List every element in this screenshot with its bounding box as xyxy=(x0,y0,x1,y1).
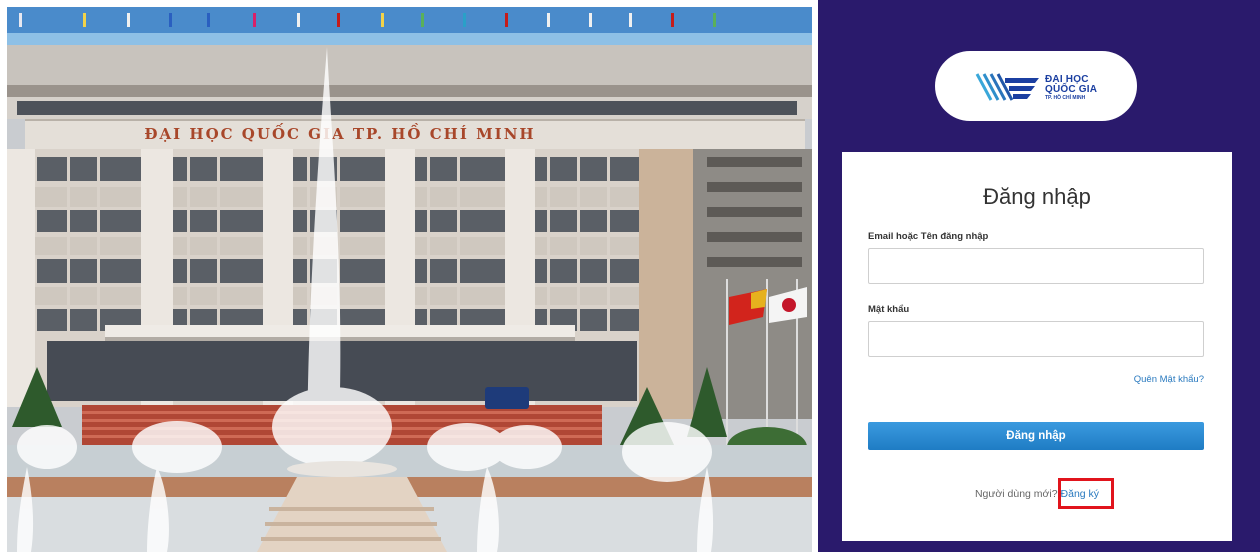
username-input[interactable] xyxy=(868,248,1204,284)
signup-row: Người dùng mới? Đăng ký xyxy=(842,488,1232,500)
login-title: Đăng nhập xyxy=(983,184,1091,209)
forgot-password-link[interactable]: Quên Mật khẩu? xyxy=(1134,374,1204,385)
campus-photo: ĐẠI HỌC QUỐC GIA TP. HỒ CHÍ MINH xyxy=(7,7,812,552)
login-panel: ĐẠI HỌC QUỐC GIA TP. HỒ CHÍ MINH Đăng nh… xyxy=(818,0,1260,552)
username-label: Email hoặc Tên đăng nhập xyxy=(868,231,989,242)
signup-highlight-box xyxy=(1058,478,1114,509)
campus-building-illustration: ĐẠI HỌC QUỐC GIA TP. HỒ CHÍ MINH xyxy=(7,7,812,552)
new-user-text: Người dùng mới? xyxy=(974,488,1058,500)
logo-line-3: TP. HỒ CHÍ MINH xyxy=(1045,95,1086,101)
password-label: Mật khẩu xyxy=(868,304,910,315)
login-card: Đăng nhập Email hoặc Tên đăng nhập Mật k… xyxy=(842,152,1232,541)
password-input[interactable] xyxy=(868,321,1204,357)
login-button[interactable]: Đăng nhập xyxy=(868,422,1204,450)
university-logo: ĐẠI HỌC QUỐC GIA TP. HỒ CHÍ MINH xyxy=(935,51,1137,121)
building-sign-text: ĐẠI HỌC QUỐC GIA TP. HỒ CHÍ MINH xyxy=(144,123,535,143)
vnu-logo-icon xyxy=(975,73,1039,101)
logo-text: ĐẠI HỌC QUỐC GIA TP. HỒ CHÍ MINH xyxy=(1045,75,1097,101)
logo-line-2: QUỐC GIA xyxy=(1045,84,1098,95)
